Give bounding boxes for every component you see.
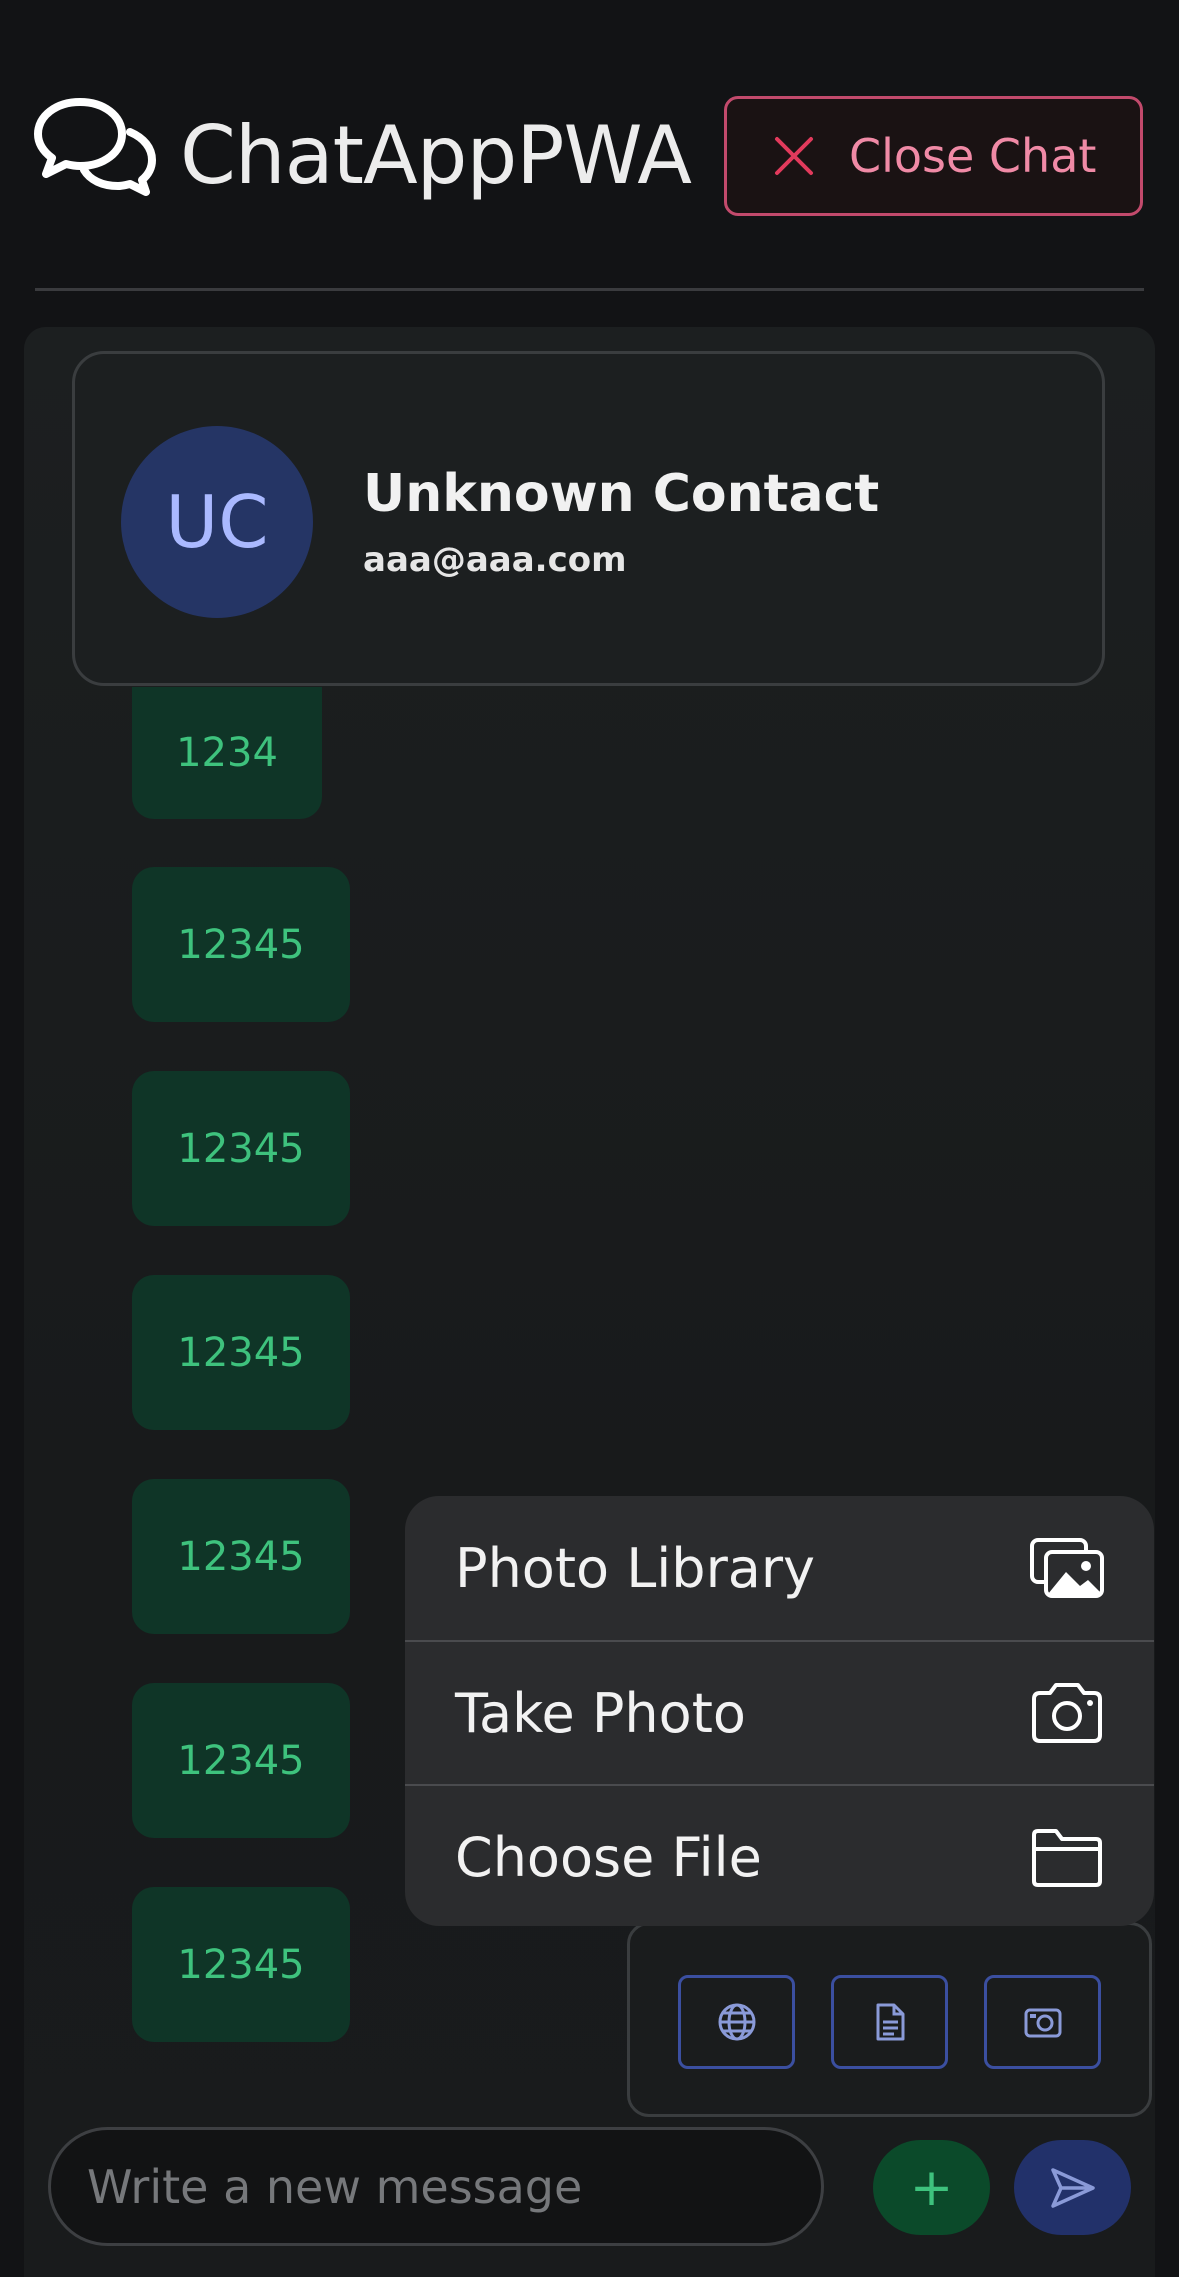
chat-bubbles-icon [34, 98, 156, 196]
document-icon [876, 2003, 904, 2041]
message-bubble[interactable]: 12345 [132, 1275, 350, 1430]
message-bubble[interactable]: 12345 [132, 1479, 350, 1634]
send-icon [1050, 2167, 1095, 2208]
quick-attachment-bar [627, 1922, 1152, 2117]
add-attachment-button[interactable]: + [873, 2140, 990, 2235]
attach-document-button[interactable] [831, 1975, 948, 2069]
contact-card[interactable]: UC Unknown Contact aaa@aaa.com [72, 351, 1105, 686]
close-chat-button[interactable]: Close Chat [724, 96, 1143, 216]
photo-library-icon [1030, 1538, 1104, 1598]
app-title: ChatAppPWA [180, 109, 692, 202]
message-bubble[interactable]: 1234 [132, 687, 322, 819]
header-divider [35, 288, 1144, 291]
send-button[interactable] [1014, 2140, 1131, 2235]
choose-file-option[interactable]: Choose File [405, 1784, 1154, 1926]
folder-icon [1032, 1829, 1102, 1887]
close-icon [775, 137, 813, 175]
attach-link-button[interactable] [678, 1975, 795, 2069]
contact-email: aaa@aaa.com [363, 540, 627, 580]
attachment-action-sheet: Photo Library Take Photo Choose File [405, 1496, 1154, 1926]
app-header: ChatAppPWA Close Chat [0, 0, 1179, 291]
take-photo-option[interactable]: Take Photo [405, 1640, 1154, 1784]
message-bubble[interactable]: 12345 [132, 1683, 350, 1838]
photo-library-option[interactable]: Photo Library [405, 1496, 1154, 1640]
close-chat-label: Close Chat [849, 129, 1097, 183]
camera-icon [1032, 1683, 1102, 1743]
photo-library-label: Photo Library [455, 1536, 816, 1600]
message-input[interactable] [48, 2127, 824, 2246]
contact-name: Unknown Contact [363, 464, 880, 524]
message-bubble[interactable]: 12345 [132, 1887, 350, 2042]
message-bubble[interactable]: 12345 [132, 867, 350, 1022]
take-photo-label: Take Photo [455, 1681, 746, 1745]
camera-icon [1024, 2008, 1061, 2038]
choose-file-label: Choose File [455, 1825, 762, 1889]
globe-icon [718, 2003, 755, 2041]
message-bubble[interactable]: 12345 [132, 1071, 350, 1226]
avatar: UC [121, 426, 313, 618]
attach-camera-button[interactable] [984, 1975, 1101, 2069]
